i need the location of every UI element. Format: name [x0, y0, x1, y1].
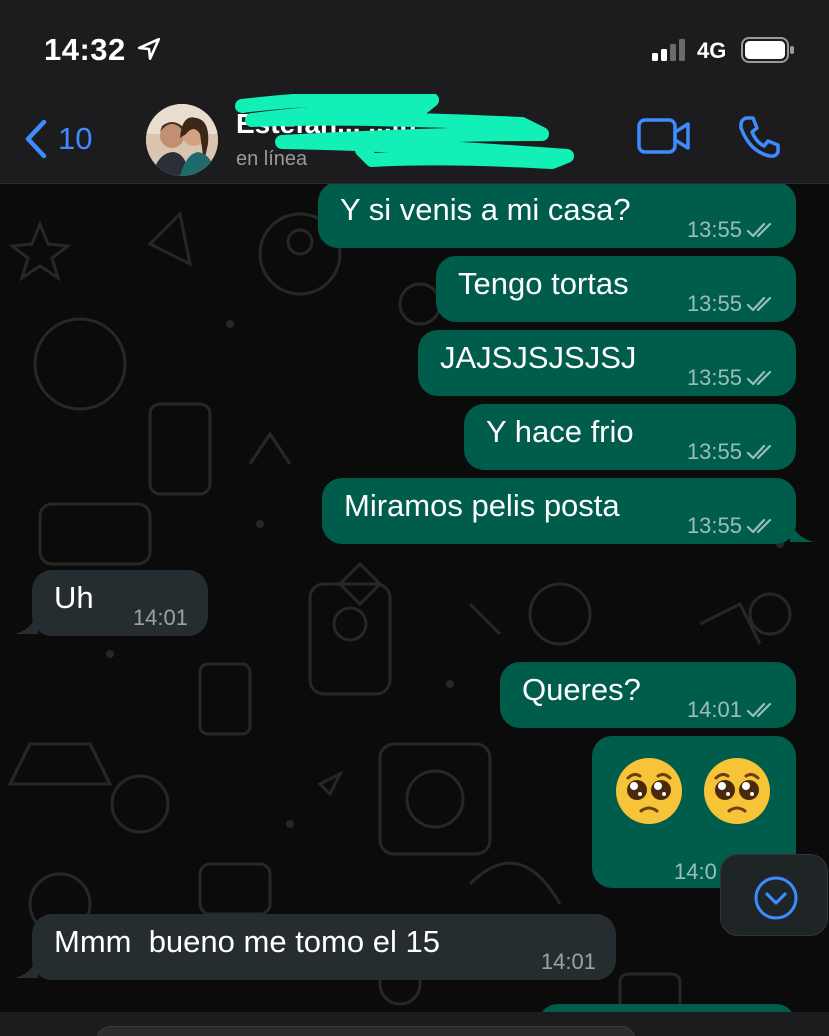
bubble-tail — [790, 520, 814, 542]
message-bubble-outgoing[interactable]: Tengo tortas 13:55 — [436, 256, 796, 322]
message-text: Miramos pelis posta — [344, 488, 620, 523]
message-time: 13:55 — [686, 365, 742, 390]
network-type: 4G — [697, 38, 727, 63]
message-time: 14:0 — [674, 859, 717, 884]
message-text: Queres? — [522, 672, 641, 707]
message-time: 14:01 — [540, 949, 596, 974]
double-check-icon — [746, 296, 772, 312]
back-button[interactable]: 10 — [22, 118, 92, 160]
message-time: 14:01 — [686, 697, 742, 722]
message-meta: 13:55 — [687, 508, 776, 544]
video-camera-icon[interactable] — [636, 116, 692, 156]
message-text: Tengo tortas — [458, 266, 629, 301]
status-bar: 14:32 4G — [0, 0, 829, 96]
message-text: Y hace frio — [486, 414, 634, 449]
message-composer — [0, 1012, 829, 1036]
double-check-icon — [746, 370, 772, 386]
signal-strength-icon — [652, 39, 685, 61]
message-time: 13:55 — [686, 291, 742, 316]
message-bubble-outgoing[interactable]: Y hace frio 13:55 — [464, 404, 796, 470]
message-text: Y si venis a mi casa? — [340, 192, 631, 227]
message-time: 14:01 — [132, 605, 188, 630]
message-text: Uh — [54, 580, 94, 615]
message-input[interactable] — [96, 1026, 636, 1036]
message-meta: 13:55 — [687, 434, 776, 470]
redaction-scribble — [235, 94, 574, 169]
message-bubble-outgoing[interactable]: Queres? 14:01 — [500, 662, 796, 728]
message-meta: 13:55 — [687, 286, 776, 322]
status-time: 14:32 — [44, 32, 126, 67]
chevron-left-icon — [25, 119, 47, 159]
avatar-photo — [146, 104, 218, 176]
message-bubble-outgoing[interactable]: Miramos pelis posta 13:55 — [322, 478, 796, 544]
chevron-down-icon — [754, 876, 798, 920]
message-bubble-outgoing[interactable]: Y si venis a mi casa? 13:55 — [318, 184, 796, 248]
message-meta: 14:01 — [133, 600, 188, 636]
unread-count: 10 — [58, 121, 93, 156]
phone-icon[interactable] — [736, 114, 782, 160]
chat-header: 10 Estefan... ...in en línea — [0, 94, 829, 184]
message-text: Mmm bueno me tomo el 15 — [54, 924, 440, 959]
message-text: JAJSJSJSJSJ — [440, 340, 637, 375]
bubble-tail — [14, 956, 38, 978]
message-list[interactable]: Y si venis a mi casa? 13:55 Tengo tortas… — [0, 184, 829, 1036]
message-meta: 13:55 — [687, 212, 776, 248]
message-time: 13:55 — [686, 513, 742, 538]
message-time: 13:55 — [686, 439, 742, 464]
message-bubble-outgoing[interactable]: JAJSJSJSJSJ 13:55 — [418, 330, 796, 396]
location-arrow-icon — [137, 37, 161, 61]
bubble-tail — [14, 612, 38, 634]
message-meta: 13:55 — [687, 360, 776, 396]
double-check-icon — [746, 444, 772, 460]
message-meta: 14:01 — [687, 692, 776, 728]
message-bubble-incoming[interactable]: Mmm bueno me tomo el 15 14:01 — [32, 914, 616, 980]
emoji-row — [614, 756, 772, 826]
double-check-icon — [746, 702, 772, 718]
message-meta: 14:0 — [674, 854, 717, 890]
message-bubble-incoming[interactable]: Uh 14:01 — [32, 570, 208, 636]
avatar[interactable] — [146, 104, 218, 176]
pleading-face-icon — [616, 758, 682, 824]
scroll-to-bottom-button[interactable] — [720, 854, 828, 936]
double-check-icon — [746, 518, 772, 534]
battery-icon — [741, 37, 794, 63]
pleading-face-icon — [704, 758, 770, 824]
double-check-icon — [746, 222, 772, 238]
message-meta: 14:01 — [541, 944, 596, 980]
message-time: 13:55 — [686, 217, 742, 242]
